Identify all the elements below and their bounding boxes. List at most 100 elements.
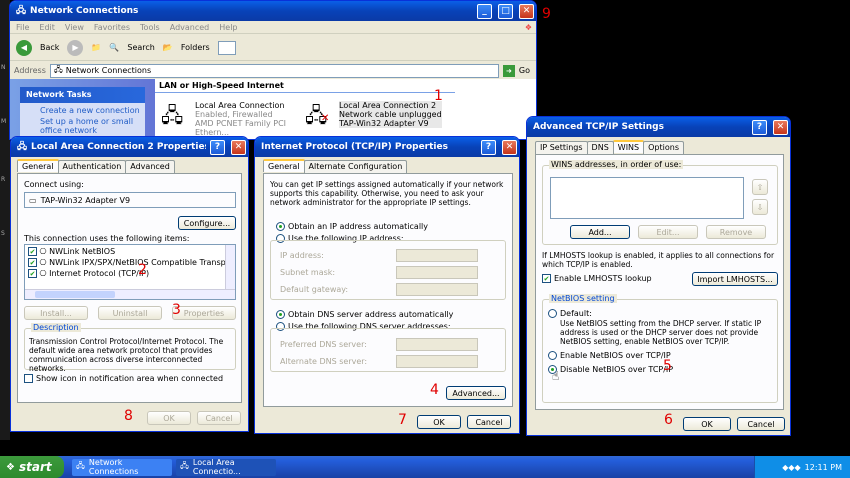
title-bar[interactable]: 🖧 Local Area Connection 2 Properties? ✕	[11, 137, 248, 157]
enable-lmhosts-checkbox[interactable]: ✔	[542, 274, 551, 283]
close-button[interactable]: ✕	[502, 139, 517, 155]
folders-button[interactable]: Folders	[181, 43, 210, 52]
lac2-item[interactable]: 🖧 ✕ Local Area Connection 2 Network cable …	[305, 99, 445, 131]
add-button[interactable]: Add...	[570, 225, 630, 239]
default-radio[interactable]	[548, 309, 557, 318]
tab-ip-settings[interactable]: IP Settings	[535, 141, 588, 154]
menu-view[interactable]: View	[65, 23, 84, 32]
back-icon[interactable]: ◀	[16, 39, 32, 56]
move-up-button[interactable]: ⇧	[752, 179, 768, 195]
vertical-scrollbar[interactable]	[225, 245, 235, 289]
menu-favorites[interactable]: Favorites	[94, 23, 130, 32]
title-bar[interactable]: Internet Protocol (TCP/IP) Properties? ✕	[255, 137, 519, 157]
tab-alternate-configuration[interactable]: Alternate Configuration	[303, 160, 408, 173]
tab-general[interactable]: General	[263, 159, 305, 172]
menu-advanced[interactable]: Advanced	[170, 23, 210, 32]
menu-tools[interactable]: Tools	[140, 23, 160, 32]
tab-wins[interactable]: WINS	[612, 140, 645, 153]
auto-dns-label: Obtain DNS server address automatically	[288, 310, 454, 319]
tab-dns[interactable]: DNS	[586, 141, 614, 154]
adapter-name: TAP-Win32 Adapter V9	[40, 195, 131, 205]
gateway-label: Default gateway:	[280, 285, 349, 294]
items-label: This connection uses the following items…	[24, 234, 190, 243]
list-item[interactable]: ✔ ⎔ Internet Protocol (TCP/IP)	[28, 269, 149, 278]
close-button[interactable]: ✕	[773, 119, 788, 135]
windows-flag-icon: ❖	[6, 461, 15, 473]
configure-button[interactable]: Configure...	[178, 216, 236, 230]
import-lmhosts-button[interactable]: Import LMHOSTS...	[692, 272, 778, 286]
go-arrow-icon[interactable]: ➜	[502, 64, 515, 77]
network-tasks-title[interactable]: Network Tasks	[20, 87, 145, 103]
start-button[interactable]: ❖ start	[0, 456, 64, 478]
item-checkbox[interactable]: ✔	[28, 247, 37, 256]
items-list[interactable]: ✔ ⎔ NWLink NetBIOS ✔ ⎔ NWLink IPX/SPX/Ne…	[24, 244, 236, 300]
properties-button[interactable]: Properties	[172, 306, 236, 320]
install-button[interactable]: Install...	[24, 306, 88, 320]
wins-list[interactable]	[550, 177, 744, 219]
move-down-button[interactable]: ⇩	[752, 199, 768, 215]
help-button[interactable]: ?	[752, 119, 767, 135]
forward-icon[interactable]: ▶	[67, 39, 84, 56]
close-button[interactable]: ✕	[231, 139, 246, 155]
alternate-dns-field[interactable]	[396, 355, 478, 368]
cancel-button[interactable]: Cancel	[197, 411, 241, 425]
edit-button[interactable]: Edit...	[638, 225, 698, 239]
ok-button[interactable]: OK	[683, 417, 731, 431]
auto-dns-radio[interactable]	[276, 310, 285, 319]
title-bar[interactable]: 🖧 Network Connections _ □ ✕	[10, 1, 536, 21]
search-button[interactable]: Search	[127, 43, 154, 52]
tab-general[interactable]: General	[17, 159, 59, 172]
auto-ip-radio[interactable]	[276, 222, 285, 231]
menu-help[interactable]: Help	[219, 23, 237, 32]
taskbar-item-network-connections[interactable]: 🖧 Network Connections	[72, 458, 172, 476]
advanced-button[interactable]: Advanced...	[446, 386, 506, 400]
maximize-button[interactable]: □	[498, 3, 513, 19]
list-item[interactable]: ✔ ⎔ NWLink NetBIOS	[28, 247, 115, 256]
close-button[interactable]: ✕	[519, 3, 534, 19]
lac1-item[interactable]: 🖧 Local Area Connection Enabled, Firewall…	[161, 99, 306, 137]
taskbar-item-lac[interactable]: 🖧 Local Area Connectio...	[176, 458, 276, 476]
red-x-icon: ✕	[321, 113, 330, 124]
minimize-button[interactable]: _	[477, 3, 492, 19]
title-bar[interactable]: Advanced TCP/IP Settings? ✕	[527, 117, 790, 137]
help-button[interactable]: ?	[210, 139, 225, 155]
item-checkbox[interactable]: ✔	[28, 269, 37, 278]
gateway-field[interactable]	[396, 283, 478, 296]
tab-advanced[interactable]: Advanced	[125, 160, 175, 173]
list-item[interactable]: ✔ ⎔ NWLink IPX/SPX/NetBIOS Compatible Tr…	[28, 258, 235, 267]
horizontal-scrollbar[interactable]	[25, 289, 235, 299]
network-connections-window: 🖧 Network Connections _ □ ✕ File Edit View Favo…	[9, 0, 537, 140]
task-home-network[interactable]: Set up a home or small	[20, 115, 145, 126]
remove-button[interactable]: Remove	[706, 225, 766, 239]
desktop-label: R	[1, 176, 6, 183]
ok-button[interactable]: OK	[147, 411, 191, 425]
window-icon: 🖧	[16, 6, 27, 16]
tab-options[interactable]: Options	[643, 141, 684, 154]
cancel-button[interactable]: Cancel	[737, 417, 785, 431]
ok-button[interactable]: OK	[417, 415, 461, 429]
go-button[interactable]: Go	[519, 66, 530, 75]
preferred-dns-field[interactable]	[396, 338, 478, 351]
enable-netbios-radio[interactable]	[548, 351, 557, 360]
item-label: NWLink NetBIOS	[49, 247, 116, 256]
item-checkbox[interactable]: ✔	[28, 258, 37, 267]
task-create-connection[interactable]: Create a new connection	[20, 103, 145, 115]
back-button[interactable]: Back	[40, 43, 59, 52]
cancel-button[interactable]: Cancel	[467, 415, 511, 429]
menu-file[interactable]: File	[16, 23, 29, 32]
address-bar[interactable]: 🖧 Network Connections	[49, 63, 499, 78]
computer-network-icon: 🖧	[161, 103, 184, 127]
subnet-field[interactable]	[396, 266, 478, 279]
task-home-network-2[interactable]: office network	[20, 126, 145, 135]
menu-edit[interactable]: Edit	[39, 23, 55, 32]
help-button[interactable]: ?	[481, 139, 496, 155]
general-pane: You can get IP settings assigned automat…	[263, 173, 513, 407]
step-annotation: 5	[663, 358, 672, 374]
tab-authentication[interactable]: Authentication	[57, 160, 127, 173]
up-folder-icon[interactable]: 📁	[91, 43, 101, 52]
tray-icons[interactable]: ◆◆◆	[782, 463, 800, 472]
uninstall-button[interactable]: Uninstall	[98, 306, 162, 320]
show-icon-checkbox[interactable]	[24, 374, 33, 383]
ip-address-field[interactable]	[396, 249, 478, 262]
views-icon[interactable]	[217, 40, 236, 55]
